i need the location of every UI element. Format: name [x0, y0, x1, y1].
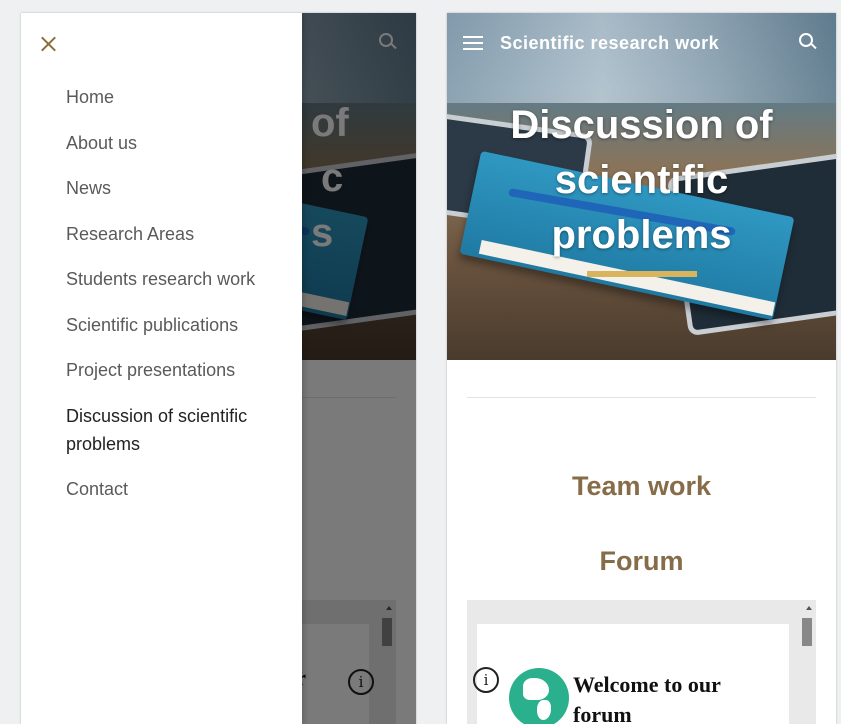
page-title: Discussion of scientific problems [447, 98, 836, 263]
hero-banner: Scientific research work Discussion of s… [447, 13, 836, 360]
nav-item-project-presentations[interactable]: Project presentations [66, 356, 286, 384]
divider [467, 397, 816, 398]
forum-heading: Forum [599, 546, 684, 576]
team-work-heading: Team work [571, 471, 712, 501]
search-icon[interactable] [799, 33, 817, 51]
menu-icon[interactable] [463, 36, 483, 50]
forum-embed-content: Welcome to our forum [477, 624, 789, 724]
welcome-line: Welcome to our [573, 672, 721, 697]
globe-icon [509, 668, 569, 724]
site-title[interactable]: Scientific research work [500, 33, 719, 54]
mobile-view-drawer-open: of c s ur i Home About us News Research … [21, 13, 416, 724]
nav-item-discussion[interactable]: Discussion of scientific problems [66, 402, 286, 458]
nav-item-news[interactable]: News [66, 174, 286, 202]
nav-item-about-us[interactable]: About us [66, 129, 286, 157]
nav-item-scientific-publications[interactable]: Scientific publications [66, 311, 286, 339]
nav-item-home[interactable]: Home [66, 83, 286, 111]
welcome-text: Welcome to our forum [573, 670, 721, 724]
scrollbar-thumb[interactable] [802, 618, 812, 646]
navigation-drawer: Home About us News Research Areas Studen… [21, 13, 302, 724]
close-icon[interactable] [39, 35, 57, 53]
welcome-line: forum [573, 702, 632, 724]
mobile-view-page: Scientific research work Discussion of s… [447, 13, 836, 724]
title-underline [587, 271, 697, 277]
nav-item-research-areas[interactable]: Research Areas [66, 220, 286, 248]
top-bar: Scientific research work [447, 13, 836, 73]
page-title-line: scientific [554, 158, 729, 202]
scroll-up-arrow[interactable] [806, 606, 812, 610]
info-icon[interactable]: i [473, 667, 499, 693]
nav-item-contact[interactable]: Contact [66, 475, 286, 503]
page-title-line: problems [551, 213, 732, 257]
forum-embed: Welcome to our forum i [467, 600, 816, 724]
nav-item-students-research-work[interactable]: Students research work [66, 265, 286, 293]
page-title-line: Discussion of [510, 103, 773, 147]
